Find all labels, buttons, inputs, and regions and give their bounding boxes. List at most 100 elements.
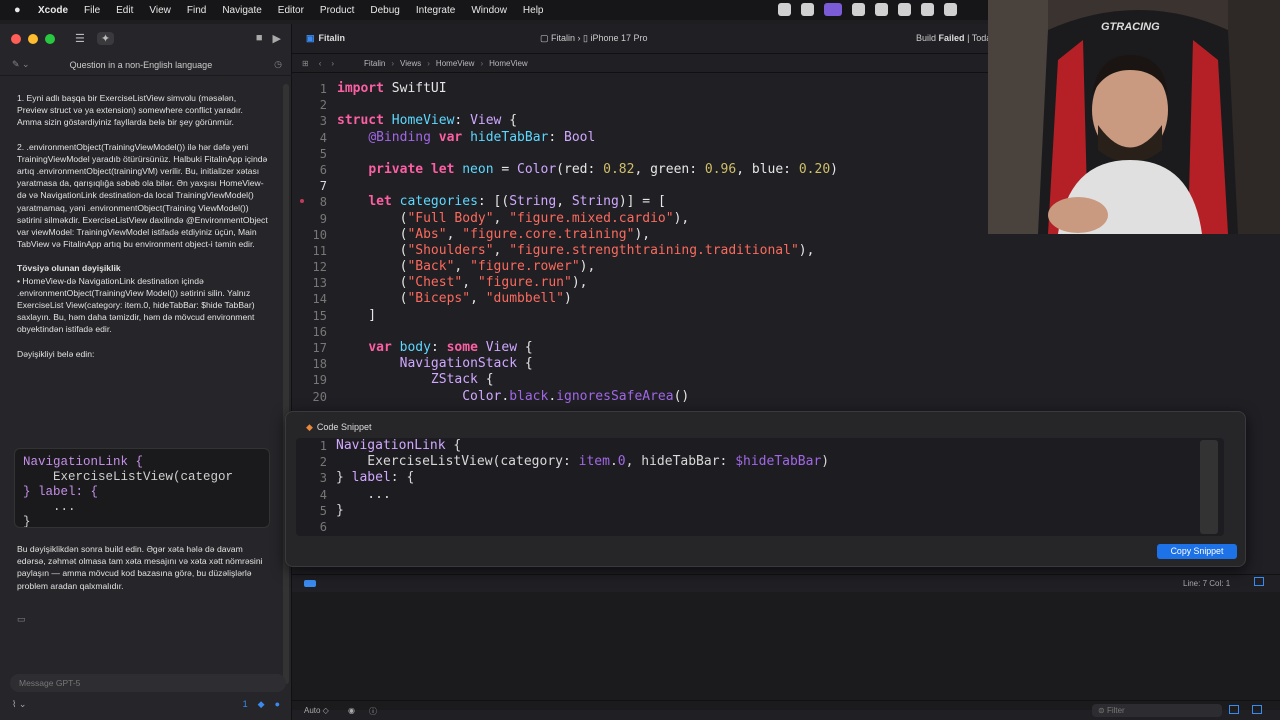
status-icon[interactable]	[898, 3, 911, 16]
line-number: 18	[312, 357, 327, 372]
filter-input[interactable]: ⊜ Filter	[1092, 704, 1222, 717]
zoom-window-button[interactable]	[45, 34, 55, 44]
chat-paragraph: 2. .environmentObject(TrainingViewModel(…	[17, 141, 268, 250]
line-number: 12	[312, 260, 327, 275]
message-placeholder: Message GPT-5	[19, 678, 81, 688]
line-number: 11	[312, 243, 327, 258]
chat-scrollbar[interactable]	[283, 84, 289, 684]
build-label: Build	[916, 33, 937, 43]
status-icon[interactable]	[944, 3, 957, 16]
message-input[interactable]: Message GPT-5	[10, 674, 286, 692]
new-chat-icon[interactable]: ✎ ⌄	[12, 59, 30, 70]
menu-debug[interactable]: Debug	[370, 5, 399, 16]
line-number: 9	[319, 211, 327, 226]
status-icon[interactable]	[875, 3, 888, 16]
breadcrumb-item[interactable]: HomeView	[436, 59, 475, 68]
scheme-selector[interactable]: ▢ Fitalin › ▯ iPhone 17 Pro	[540, 33, 648, 44]
status-icon[interactable]	[801, 3, 814, 16]
model-icon[interactable]: ◆	[258, 699, 265, 710]
project-name: Fitalin	[318, 33, 346, 43]
snippet-code[interactable]: 1 NavigationLink { 2 ExerciseListView(cat…	[296, 438, 1224, 536]
line-number: 3	[319, 471, 327, 486]
chat-footer-actions: 1 ◆ ●	[243, 699, 280, 710]
menu-navigate[interactable]: Navigate	[222, 5, 261, 16]
menu-integrate[interactable]: Integrate	[416, 5, 455, 16]
menu-editor[interactable]: Editor	[278, 5, 304, 16]
line-number: 20	[312, 389, 327, 404]
webcam-image: GTRACING	[988, 0, 1280, 234]
debug-bar: Line: 7 Col: 1	[292, 574, 1280, 592]
line-number: 10	[312, 227, 327, 242]
snippet-scrollbar[interactable]	[1200, 440, 1218, 534]
send-icon[interactable]: ●	[275, 699, 280, 710]
run-icon[interactable]: ▶	[273, 32, 281, 45]
status-icon[interactable]	[778, 3, 791, 16]
chat-code-block[interactable]: NavigationLink { ExerciseListView(catego…	[14, 448, 270, 528]
chair-logo: GTRACING	[1101, 21, 1160, 33]
snippet-title: Code Snippet	[316, 422, 372, 432]
minimize-window-button[interactable]	[28, 34, 38, 44]
project-title[interactable]: ▣ Fitalin	[306, 33, 345, 44]
console-area[interactable]	[292, 592, 1280, 710]
copy-snippet-button[interactable]: Copy Snippet	[1157, 544, 1237, 559]
code-line: ...	[23, 500, 76, 514]
attach-icon[interactable]: ⌇ ⌄	[12, 699, 26, 710]
menu-window[interactable]: Window	[471, 5, 507, 16]
recommendation-text: • HomeView-də NavigationLink destination…	[17, 275, 255, 335]
line-number: 8	[319, 195, 327, 210]
close-window-button[interactable]	[11, 34, 21, 44]
menu-file[interactable]: File	[84, 5, 100, 16]
swift-icon: ◆	[306, 422, 313, 432]
webcam-overlay: GTRACING	[988, 0, 1280, 234]
breadcrumb-item[interactable]: Views	[400, 59, 421, 68]
conversation-title[interactable]: Question in a non-English language	[70, 60, 213, 70]
breadcrumb-item[interactable]: Fitalin	[364, 59, 385, 68]
line-number: 16	[312, 324, 327, 339]
breadcrumb-item[interactable]: HomeView	[489, 59, 528, 68]
history-icon[interactable]: ◷	[274, 59, 282, 70]
navigator-tabs: ☰ ✦	[75, 32, 115, 45]
code-snippet-popover: ◆ Code Snippet 1 NavigationLink { 2 Exerci…	[285, 411, 1246, 567]
line-number: 14	[312, 292, 327, 307]
line-number: 4	[319, 130, 327, 145]
status-icon[interactable]	[824, 3, 842, 16]
split-left-icon[interactable]	[1229, 705, 1239, 714]
line-number: 3	[319, 114, 327, 129]
feedback-icon[interactable]: ▭	[17, 614, 26, 625]
split-right-icon[interactable]	[1252, 705, 1262, 714]
menu-edit[interactable]: Edit	[116, 5, 133, 16]
conversation-header: ✎ ⌄ Question in a non-English language ◷	[0, 54, 292, 76]
line-number: 7	[319, 179, 327, 194]
run-controls: ■ ▶	[256, 32, 281, 45]
panel-toggle-icon[interactable]	[1254, 577, 1264, 586]
code-line: } label: {	[23, 485, 99, 499]
code-line: ExerciseListView(categor	[23, 470, 234, 484]
breakpoints-toggle-icon[interactable]	[304, 580, 316, 587]
device-name: iPhone 17 Pro	[590, 33, 648, 43]
line-number: 1	[319, 439, 327, 453]
console-footer: Auto ◇ ◉ ⓘ ⊜ Filter	[292, 700, 1280, 720]
status-icon[interactable]	[921, 3, 934, 16]
menu-view[interactable]: View	[149, 5, 171, 16]
line-number: 5	[319, 146, 327, 161]
stop-icon[interactable]: ■	[256, 32, 263, 45]
sparkle-icon[interactable]: ✦	[96, 32, 115, 45]
info-icon[interactable]: ⓘ	[369, 706, 377, 717]
line-number: 6	[319, 519, 327, 534]
chat-paragraph: 1. Eyni adlı başqa bir ExerciseListView …	[17, 93, 243, 128]
line-number: 4	[319, 487, 327, 502]
console-mode-selector[interactable]: Auto ◇	[304, 706, 329, 715]
project-icon: ▣	[306, 33, 315, 43]
menu-help[interactable]: Help	[523, 5, 544, 16]
status-icon[interactable]	[852, 3, 865, 16]
apple-menu-icon[interactable]: ●	[14, 4, 30, 16]
issue-badge[interactable]: 1	[243, 699, 248, 710]
menu-xcode[interactable]: Xcode	[38, 5, 68, 16]
menu-product[interactable]: Product	[320, 5, 354, 16]
build-status[interactable]: Build Failed | Toda	[916, 33, 991, 43]
list-icon[interactable]: ☰	[75, 32, 85, 45]
nav-arrows[interactable]: ⊞‹›	[302, 59, 344, 68]
eye-icon[interactable]: ◉	[348, 706, 355, 715]
menu-find[interactable]: Find	[187, 5, 206, 16]
line-number: 1	[319, 82, 327, 96]
